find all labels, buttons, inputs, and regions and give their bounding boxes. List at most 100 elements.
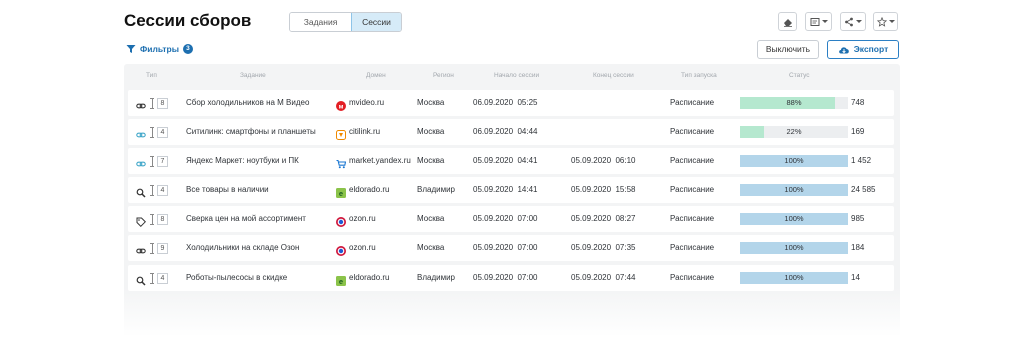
- launch-type: Расписание: [670, 127, 715, 136]
- progress-label: 100%: [784, 273, 804, 282]
- task-name[interactable]: Роботы-пылесосы в скидке: [186, 265, 287, 291]
- status-progress-bar: 100%: [740, 184, 848, 196]
- table-row[interactable]: 7 Яндекс Маркет: ноутбуки и ПК market.yand…: [128, 148, 894, 174]
- filter-icon: [126, 45, 136, 53]
- launch-type: Расписание: [670, 214, 715, 223]
- export-button[interactable]: Экспорт: [827, 40, 899, 59]
- table-row[interactable]: 4 Ситилинк: смартфоны и планшеты citilink.…: [128, 119, 894, 145]
- col-header-region: Регион: [433, 72, 454, 79]
- tab-tasks[interactable]: Задания: [290, 13, 351, 31]
- task-name[interactable]: Все товары в наличии: [186, 177, 269, 203]
- bracket-icon: [150, 97, 154, 109]
- task-name[interactable]: Холодильники на складе Озон: [186, 235, 299, 261]
- search-icon: [136, 185, 146, 198]
- col-header-start: Начало сессии: [494, 72, 540, 79]
- task-name[interactable]: Сбор холодильников на М Видео: [186, 90, 309, 116]
- bracket-icon: [150, 155, 154, 167]
- items-count: 169: [851, 127, 865, 136]
- session-end: 05.09.2020 06:10: [571, 156, 636, 165]
- filters-label: Фильтры: [140, 44, 179, 54]
- task-count: 4: [150, 272, 168, 284]
- domain-link[interactable]: eldorado.ru: [349, 265, 389, 291]
- view-switch: Задания Сессии: [289, 12, 402, 32]
- yandex-favicon-icon: [336, 156, 347, 169]
- task-name[interactable]: Сверка цен на мой ассортимент: [186, 206, 306, 232]
- ozon-favicon-icon: [336, 214, 346, 227]
- eldorado-favicon-icon: e: [336, 185, 346, 198]
- session-end: 05.09.2020 07:44: [571, 273, 636, 282]
- table-row[interactable]: 9 Холодильники на складе Озон ozon.ru Москв…: [128, 235, 894, 261]
- tab-sessions[interactable]: Сессии: [351, 13, 401, 31]
- columns-button[interactable]: [805, 12, 832, 31]
- svg-text:e: e: [339, 277, 343, 286]
- region: Москва: [417, 214, 445, 223]
- task-count: 4: [150, 126, 168, 138]
- search-icon: [136, 273, 146, 286]
- svg-text:м: м: [339, 103, 344, 110]
- domain-link[interactable]: mvideo.ru: [349, 90, 384, 116]
- eldorado-favicon-icon: e: [336, 273, 346, 286]
- launch-type: Расписание: [670, 185, 715, 194]
- items-count: 14: [851, 273, 860, 282]
- bracket-icon: [150, 242, 154, 254]
- domain-link[interactable]: market.yandex.ru: [349, 148, 411, 174]
- progress-label: 100%: [784, 243, 804, 252]
- session-start: 05.09.2020 07:00: [473, 214, 538, 223]
- col-header-status: Статус: [789, 72, 810, 79]
- svg-text:e: e: [339, 189, 343, 198]
- domain-link[interactable]: ozon.ru: [349, 235, 376, 261]
- task-name[interactable]: Яндекс Маркет: ноутбуки и ПК: [186, 148, 299, 174]
- status-progress-bar: 100%: [740, 242, 848, 254]
- session-start: 06.09.2020 05:25: [473, 98, 538, 107]
- session-start: 05.09.2020 14:41: [473, 185, 538, 194]
- session-start: 05.09.2020 07:00: [473, 243, 538, 252]
- items-count: 985: [851, 214, 865, 223]
- domain-link[interactable]: ozon.ru: [349, 206, 376, 232]
- filters-count-badge: 3: [182, 44, 193, 54]
- status-progress-bar: 22%: [740, 126, 848, 138]
- col-header-launch: Тип запуска: [681, 72, 717, 79]
- chevron-down-icon: [856, 20, 862, 23]
- export-label: Экспорт: [853, 44, 889, 54]
- status-progress-bar: 100%: [740, 272, 848, 284]
- share-button[interactable]: [840, 12, 866, 31]
- progress-label: 22%: [786, 127, 802, 136]
- task-count: 9: [150, 242, 168, 254]
- col-header-end: Конец сессии: [593, 72, 634, 79]
- table-row[interactable]: 8 Сбор холодильников на М Видео м mvideo.ru…: [128, 90, 894, 116]
- items-count: 24 585: [851, 185, 876, 194]
- col-header-type: Тип: [146, 72, 157, 79]
- table-row[interactable]: 8 Сверка цен на мой ассортимент ozon.ru Мос…: [128, 206, 894, 232]
- session-end: 05.09.2020 15:58: [571, 185, 636, 194]
- columns-icon: [810, 17, 819, 26]
- launch-type: Расписание: [670, 98, 715, 107]
- task-count: 8: [150, 213, 168, 225]
- status-progress-bar: 100%: [740, 213, 848, 225]
- mvideo-favicon-icon: м: [336, 98, 346, 111]
- domain-link[interactable]: eldorado.ru: [349, 177, 389, 203]
- progress-label: 100%: [784, 214, 804, 223]
- chevron-down-icon: [888, 20, 895, 23]
- table-row[interactable]: 4 Роботы-пылесосы в скидке e eldorado.ru Вла…: [128, 265, 894, 291]
- clear-button[interactable]: [778, 12, 797, 31]
- disable-button[interactable]: Выключить: [757, 40, 819, 59]
- citilink-favicon-icon: [336, 127, 346, 140]
- bracket-icon: [150, 184, 154, 196]
- session-end: 05.09.2020 07:35: [571, 243, 636, 252]
- status-progress-bar: 100%: [740, 155, 848, 167]
- progress-label: 100%: [784, 185, 804, 194]
- region: Владимир: [417, 273, 456, 282]
- task-count: 8: [150, 97, 168, 109]
- launch-type: Расписание: [670, 273, 715, 282]
- filters-toggle[interactable]: Фильтры 3: [126, 44, 193, 54]
- domain-link[interactable]: citilink.ru: [349, 119, 380, 145]
- table-row[interactable]: 4 Все товары в наличии e eldorado.ru Владими…: [128, 177, 894, 203]
- col-header-domain: Домен: [366, 72, 386, 79]
- link-icon: [136, 98, 146, 109]
- progress-label: 88%: [786, 98, 802, 107]
- session-start: 06.09.2020 04:44: [473, 127, 538, 136]
- session-end: 05.09.2020 08:27: [571, 214, 636, 223]
- col-header-task: Задание: [240, 72, 266, 79]
- favorite-button[interactable]: [873, 12, 898, 31]
- task-name[interactable]: Ситилинк: смартфоны и планшеты: [186, 119, 316, 145]
